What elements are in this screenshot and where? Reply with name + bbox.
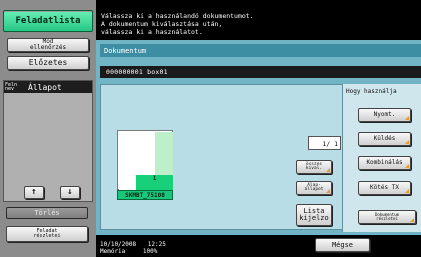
- down-arrow-icon: ↓: [67, 187, 73, 197]
- box-info-bar: 000000001 box01: [100, 66, 421, 78]
- date-time-line: 10/10/2008 12:25: [100, 241, 166, 248]
- scroll-up-button[interactable]: ↑: [24, 186, 44, 199]
- list-display-button[interactable]: Lista kijelzo: [296, 204, 332, 226]
- select-all-label-2: kival.: [305, 166, 323, 171]
- send-button[interactable]: Küldés: [358, 132, 411, 146]
- job-details-label-2: részletei: [33, 233, 61, 239]
- default-state-button[interactable]: Alap- állapot: [296, 181, 332, 195]
- job-details-button[interactable]: Feladat részletei: [6, 226, 88, 242]
- memory-value: 100%: [142, 248, 158, 256]
- user-name-column-line2: nev: [5, 86, 15, 92]
- up-arrow-icon: ↑: [31, 187, 37, 197]
- date-text: 10/10/2008: [100, 241, 137, 248]
- list-display-label-2: kijelzo: [299, 214, 329, 222]
- instruction-message: Válassza ki a használandó dokumentumot. …: [96, 0, 421, 40]
- combine-button[interactable]: Kombinálás: [358, 156, 411, 170]
- binding-tx-button[interactable]: Kötés TX: [358, 181, 411, 195]
- scroll-down-button[interactable]: ↓: [60, 186, 80, 199]
- page-counter: 1/ 1: [308, 136, 341, 150]
- time-text: 12:25: [147, 241, 166, 248]
- cancel-button[interactable]: Mégse: [315, 238, 370, 252]
- mode-check-label-2: ellenőrzés: [29, 44, 67, 51]
- memory-line: Memória 100%: [100, 248, 166, 255]
- memory-label: Memória: [100, 248, 126, 256]
- corner-marker-icon: [405, 189, 409, 193]
- message-line-3: válassza ki a használatot.: [101, 27, 203, 36]
- preview-button[interactable]: Előzetes: [7, 56, 89, 70]
- combine-label: Kombinálás: [366, 159, 403, 166]
- corner-marker-icon: [326, 168, 330, 172]
- corner-marker-icon: [405, 116, 409, 120]
- document-name-label[interactable]: SKMBT_75108: [117, 190, 173, 200]
- date-time-readout: 10/10/2008 12:25 Memória 100%: [100, 241, 166, 255]
- status-column: Állapot: [28, 82, 62, 92]
- copier-screen: Feladatlista Mod ellenőrzés Előzetes Fel…: [0, 0, 421, 257]
- corner-marker-icon: [326, 189, 330, 193]
- delete-button[interactable]: Törlés: [6, 207, 88, 219]
- job-table-header: Feln nev Állapot: [4, 81, 92, 93]
- mode-check-button[interactable]: Mod ellenőrzés: [7, 38, 89, 52]
- document-title: Dokumentum: [100, 44, 421, 57]
- job-table: Feln nev Állapot: [3, 80, 93, 202]
- document-details-button[interactable]: Dokumentum részletei: [358, 210, 416, 224]
- job-panel: Feladatlista Mod ellenőrzés Előzetes Fel…: [0, 0, 96, 257]
- default-state-label-2: állapot: [304, 187, 324, 192]
- send-label: Küldés: [373, 135, 396, 142]
- thumbnail-count-badge: 1: [136, 175, 173, 190]
- print-label: Nyomt.: [373, 111, 396, 118]
- corner-marker-icon: [410, 218, 414, 222]
- document-thumbnail[interactable]: 1: [117, 130, 173, 190]
- binding-tx-label: Kötés TX: [370, 184, 399, 191]
- job-list-button[interactable]: Feladatlista: [3, 10, 93, 32]
- print-button[interactable]: Nyomt.: [358, 108, 411, 122]
- user-name-column: Feln nev: [4, 82, 28, 92]
- select-all-button[interactable]: összes kival.: [296, 160, 332, 174]
- usage-title: Hogy használja: [346, 88, 397, 95]
- document-details-label-2: részletei: [376, 216, 398, 221]
- corner-marker-icon: [405, 140, 409, 144]
- corner-marker-icon: [405, 164, 409, 168]
